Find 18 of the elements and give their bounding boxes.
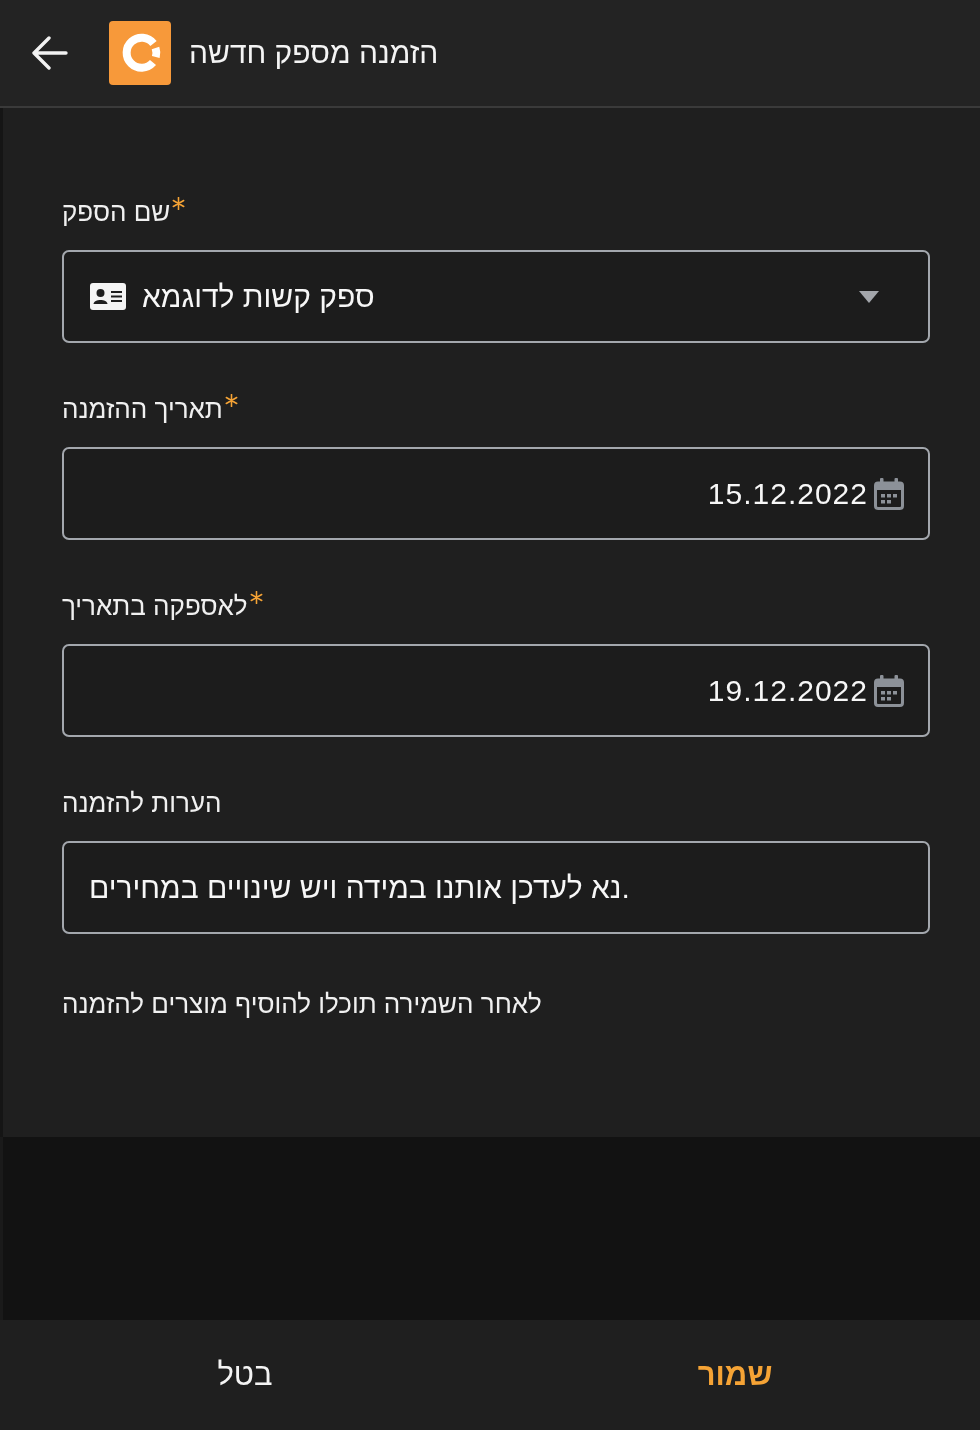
hint-text: לאחר השמירה תוכלו להוסיף מוצרים להזמנה bbox=[62, 988, 542, 1021]
calendar-icon[interactable] bbox=[874, 674, 904, 707]
field-label: הערות להזמנה bbox=[62, 787, 222, 820]
supplier-dropdown[interactable]: ספק קשות לדוגמא bbox=[62, 250, 930, 343]
field-label: תאריך ההזמנה bbox=[62, 393, 223, 426]
field-label: לאספקה בתאריך bbox=[62, 590, 248, 623]
date-field[interactable]: 19.12.2022 bbox=[62, 644, 930, 737]
notes-field[interactable]: נא לעדכן אותנו במידה ויש שינויים במחירים. bbox=[62, 841, 930, 934]
back-arrow-icon bbox=[32, 36, 68, 70]
id-card-icon bbox=[90, 283, 126, 310]
field-label: שם הספק bbox=[62, 196, 171, 229]
date-field[interactable]: 15.12.2022 bbox=[62, 447, 930, 540]
save-button[interactable]: שמור bbox=[667, 1343, 803, 1407]
caret-down-icon bbox=[859, 290, 879, 303]
cancel-button[interactable]: בטל bbox=[187, 1343, 303, 1407]
page-title: הזמנה מספק חדשה bbox=[189, 35, 439, 71]
app-logo-icon bbox=[109, 21, 171, 85]
calendar-icon[interactable] bbox=[874, 477, 904, 510]
